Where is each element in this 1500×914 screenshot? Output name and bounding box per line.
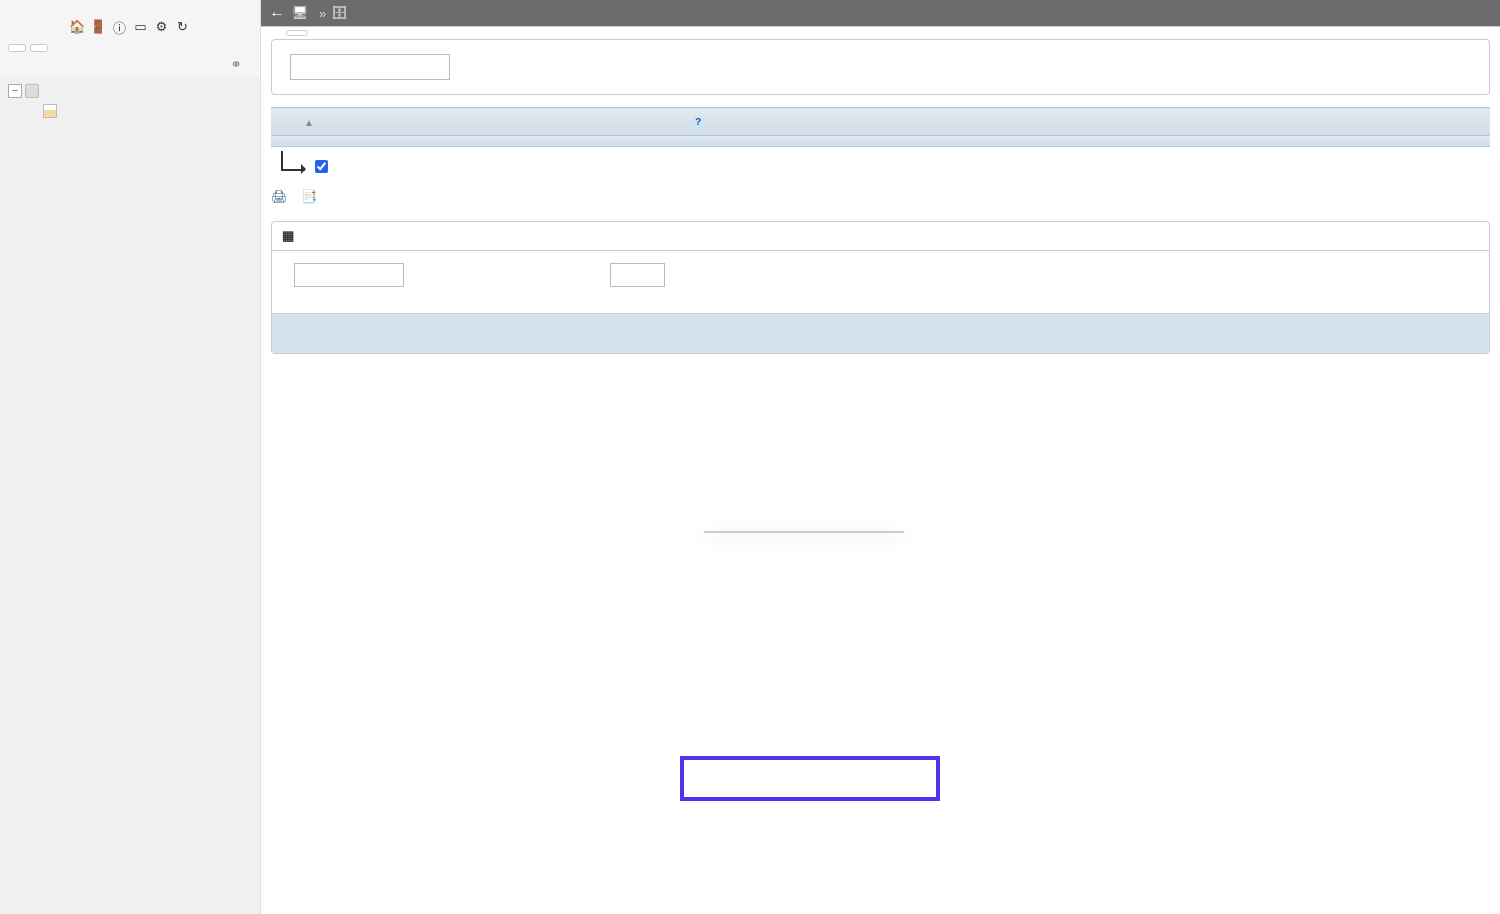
docs-icon[interactable]: ⓘ <box>111 18 129 36</box>
summary-collation <box>1112 135 1238 146</box>
filters-panel <box>271 39 1490 95</box>
nav-tree: − <box>0 77 260 914</box>
create-cols-input[interactable] <box>610 263 665 287</box>
with-selected-dropdown[interactable] <box>704 531 904 533</box>
annotation-highlight <box>680 756 940 801</box>
sidebar-icon-toolbar: 🏠 🚪 ⓘ ▭ ⚙ ↻ <box>0 18 260 36</box>
database-icon <box>25 84 39 98</box>
check-all-checkbox[interactable] <box>315 160 328 173</box>
col-size[interactable] <box>1238 108 1364 136</box>
tables-list: ▲ ? <box>271 107 1490 147</box>
print-icon: 🖨 <box>271 189 288 205</box>
summary-sum <box>556 135 682 146</box>
sort-asc-icon: ▲ <box>304 118 314 129</box>
collapse-icon[interactable]: − <box>8 84 22 98</box>
summary-overhead <box>1364 135 1490 146</box>
breadcrumb: ← 🖥 » 🗄 <box>261 0 1500 26</box>
create-table-header: ▦ <box>282 228 300 244</box>
filters-legend <box>286 30 308 36</box>
data-dictionary-link[interactable]: 📑 <box>301 189 321 205</box>
sql-window-icon[interactable]: ▭ <box>132 18 150 36</box>
logo <box>0 0 260 12</box>
create-table-panel: ▦ <box>271 221 1490 354</box>
settings-icon[interactable]: ⚙ <box>153 18 171 36</box>
home-icon[interactable]: 🏠 <box>69 18 87 36</box>
collapse-navigation-icon[interactable]: ⚭ <box>0 54 260 77</box>
create-table-icon: ▦ <box>282 228 294 244</box>
main-area: ← 🖥 » 🗄 ▲ ? <box>261 0 1500 914</box>
tree-db-demosite[interactable]: − <box>0 81 260 101</box>
col-collation[interactable] <box>1112 108 1238 136</box>
summary-rows <box>682 135 986 146</box>
dictionary-icon: 📑 <box>301 189 317 205</box>
sidebar: 🏠 🚪 ⓘ ▭ ⚙ ↻ ⚭ − <box>0 0 261 914</box>
col-type[interactable] <box>986 108 1112 136</box>
new-icon <box>43 104 57 118</box>
filter-input[interactable] <box>290 54 450 80</box>
utility-links: 🖨 📑 <box>271 183 1490 215</box>
bulk-action-bar <box>271 147 1490 183</box>
tab-recent[interactable] <box>8 44 26 52</box>
create-table-footer <box>272 313 1489 353</box>
reload-icon[interactable]: ↻ <box>174 18 192 36</box>
summary-size <box>1238 135 1364 146</box>
database-icon: 🗄 <box>332 6 346 20</box>
col-rows[interactable]: ? <box>682 108 986 136</box>
print-link[interactable]: 🖨 <box>271 189 292 205</box>
tree-new-table[interactable] <box>0 101 260 121</box>
logout-icon[interactable]: 🚪 <box>90 18 108 36</box>
col-overhead[interactable] <box>1364 108 1490 136</box>
col-table[interactable]: ▲ <box>295 108 556 136</box>
tab-favorites[interactable] <box>30 44 48 52</box>
help-icon[interactable]: ? <box>691 116 705 130</box>
summary-count <box>295 135 556 146</box>
corner-arrow-icon <box>281 151 305 171</box>
create-name-input[interactable] <box>294 263 404 287</box>
nav-back-icon[interactable]: ← <box>269 4 285 22</box>
summary-type <box>986 135 1112 146</box>
server-icon: 🖥 <box>293 6 307 20</box>
col-action <box>556 108 682 136</box>
